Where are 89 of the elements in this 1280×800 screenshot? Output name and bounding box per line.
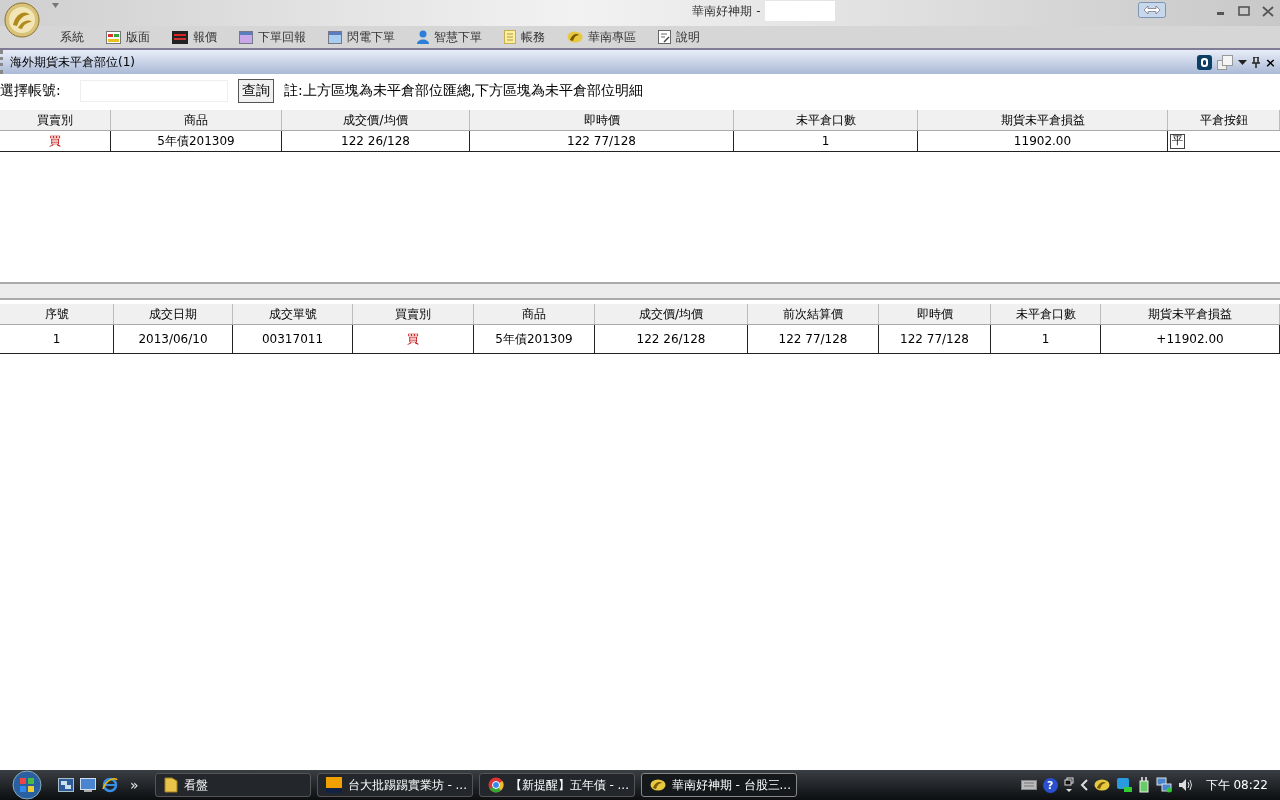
menu-item[interactable]: 閃電下單: [328, 28, 395, 46]
column-header: 期貨未平倉損益: [1101, 304, 1280, 324]
help-icon[interactable]: ?: [1042, 777, 1058, 793]
account-label: 選擇帳號:: [0, 82, 62, 100]
menu-item[interactable]: 版面: [106, 28, 150, 46]
column-header: 未平倉口數: [991, 304, 1101, 324]
menu-item[interactable]: 報價: [172, 28, 217, 46]
table-cell: 2013/06/10: [114, 325, 233, 353]
start-button[interactable]: [10, 770, 44, 800]
table-cell: 122 26/128: [595, 325, 748, 353]
note-icon: [504, 30, 516, 44]
folder-icon: [163, 777, 178, 793]
table-cell: 122 26/128: [282, 131, 470, 151]
panel-title: 海外期貨未平倉部位(1): [10, 53, 136, 71]
menu-item[interactable]: 智慧下單: [417, 28, 482, 46]
keyboard-icon[interactable]: [1020, 780, 1037, 790]
taskbar-button[interactable]: 看盤: [154, 773, 311, 797]
close-icon[interactable]: [1262, 6, 1274, 17]
close-position-button[interactable]: 平: [1170, 133, 1185, 149]
column-header: 期貨未平倉損益: [918, 110, 1168, 130]
table-cell: 00317011: [233, 325, 353, 353]
close-icon[interactable]: ×: [1265, 54, 1276, 70]
table-cell: 1: [734, 131, 918, 151]
letter-badge-icon[interactable]: [1197, 54, 1213, 70]
window-title: 華南好神期 -: [692, 2, 761, 20]
windows-icon[interactable]: [1063, 777, 1074, 793]
menu-item[interactable]: 帳務: [504, 28, 545, 46]
column-header: 成交價/均價: [595, 304, 748, 324]
note-text: 註:上方區塊為未平倉部位匯總,下方區塊為未平倉部位明細: [284, 82, 644, 100]
column-header: 成交日期: [114, 304, 233, 324]
column-header: 商品: [111, 110, 282, 130]
maximize-icon[interactable]: [1238, 6, 1250, 16]
task-label: 看盤: [183, 776, 208, 794]
table-cell: 11902.00: [918, 131, 1168, 151]
query-button[interactable]: 查詢: [238, 79, 274, 103]
menu-item[interactable]: 下單回報: [239, 28, 306, 46]
column-header: 成交價/均價: [282, 110, 470, 130]
column-header: 買賣別: [353, 304, 474, 324]
browser-e-icon[interactable]: [102, 777, 118, 793]
title-blank-field: [764, 1, 835, 21]
app-logo-icon[interactable]: [1093, 779, 1110, 791]
column-header: 平倉按鈕: [1168, 110, 1280, 130]
dropdown-icon[interactable]: [1238, 59, 1248, 65]
app-logo-icon: [649, 779, 666, 791]
table-cell: 5年債201309: [474, 325, 595, 353]
table-cell: 122 77/128: [879, 325, 991, 353]
menu-item[interactable]: 說明: [658, 28, 700, 46]
column-header: 前次結算價: [748, 304, 879, 324]
taskbar-button[interactable]: 台大批踢踢實業坊 - ...: [316, 773, 473, 797]
window-icon: [328, 30, 342, 44]
menu-item[interactable]: 華南專區: [567, 28, 636, 46]
monitor-icon[interactable]: [80, 778, 96, 792]
column-header: 成交單號: [233, 304, 353, 324]
table-cell: 買: [0, 131, 111, 151]
task-label: 台大批踢踢實業坊 - ...: [347, 776, 467, 794]
column-header: 未平倉口數: [734, 110, 918, 130]
more-icon[interactable]: »: [130, 777, 139, 793]
tile-icon: [325, 777, 342, 793]
clock: 下午 08:22: [1205, 776, 1268, 794]
column-header: 商品: [474, 304, 595, 324]
window-icon: [106, 30, 121, 44]
browser-icon: [487, 777, 504, 793]
table-cell: 1: [991, 325, 1101, 353]
column-header: 即時價: [470, 110, 734, 130]
speaker-icon[interactable]: [1177, 778, 1194, 792]
table-cell: 5年債201309: [111, 131, 282, 151]
table-cell: 1: [0, 325, 114, 353]
chevron-left-icon[interactable]: [1079, 779, 1088, 791]
document-icon: [658, 30, 671, 44]
app-logo-icon: [567, 31, 583, 43]
column-header: 即時價: [879, 304, 991, 324]
column-header: 買賣別: [0, 110, 111, 130]
menu-item[interactable]: 系統: [60, 28, 84, 46]
taskbar-button[interactable]: 華南好神期 - 台股三...: [640, 773, 797, 797]
column-header: 序號: [0, 304, 114, 324]
chat-icon[interactable]: [1115, 777, 1132, 793]
network-icon[interactable]: [1155, 777, 1172, 793]
table-cell: +11902.00: [1101, 325, 1280, 353]
window-icon: [239, 30, 253, 44]
table-cell: 122 77/128: [748, 325, 879, 353]
pin-icon[interactable]: [1252, 56, 1261, 68]
table-cell: 122 77/128: [470, 131, 734, 151]
screen-icon: [172, 30, 188, 44]
taskbar-button[interactable]: 【新提醒】五年債 - ...: [478, 773, 635, 797]
task-label: 【新提醒】五年債 - ...: [509, 776, 629, 794]
person-icon: [417, 30, 429, 44]
task-label: 華南好神期 - 台股三...: [671, 776, 791, 794]
table-cell: 買: [353, 325, 474, 353]
power-plug-icon[interactable]: [1137, 777, 1150, 793]
